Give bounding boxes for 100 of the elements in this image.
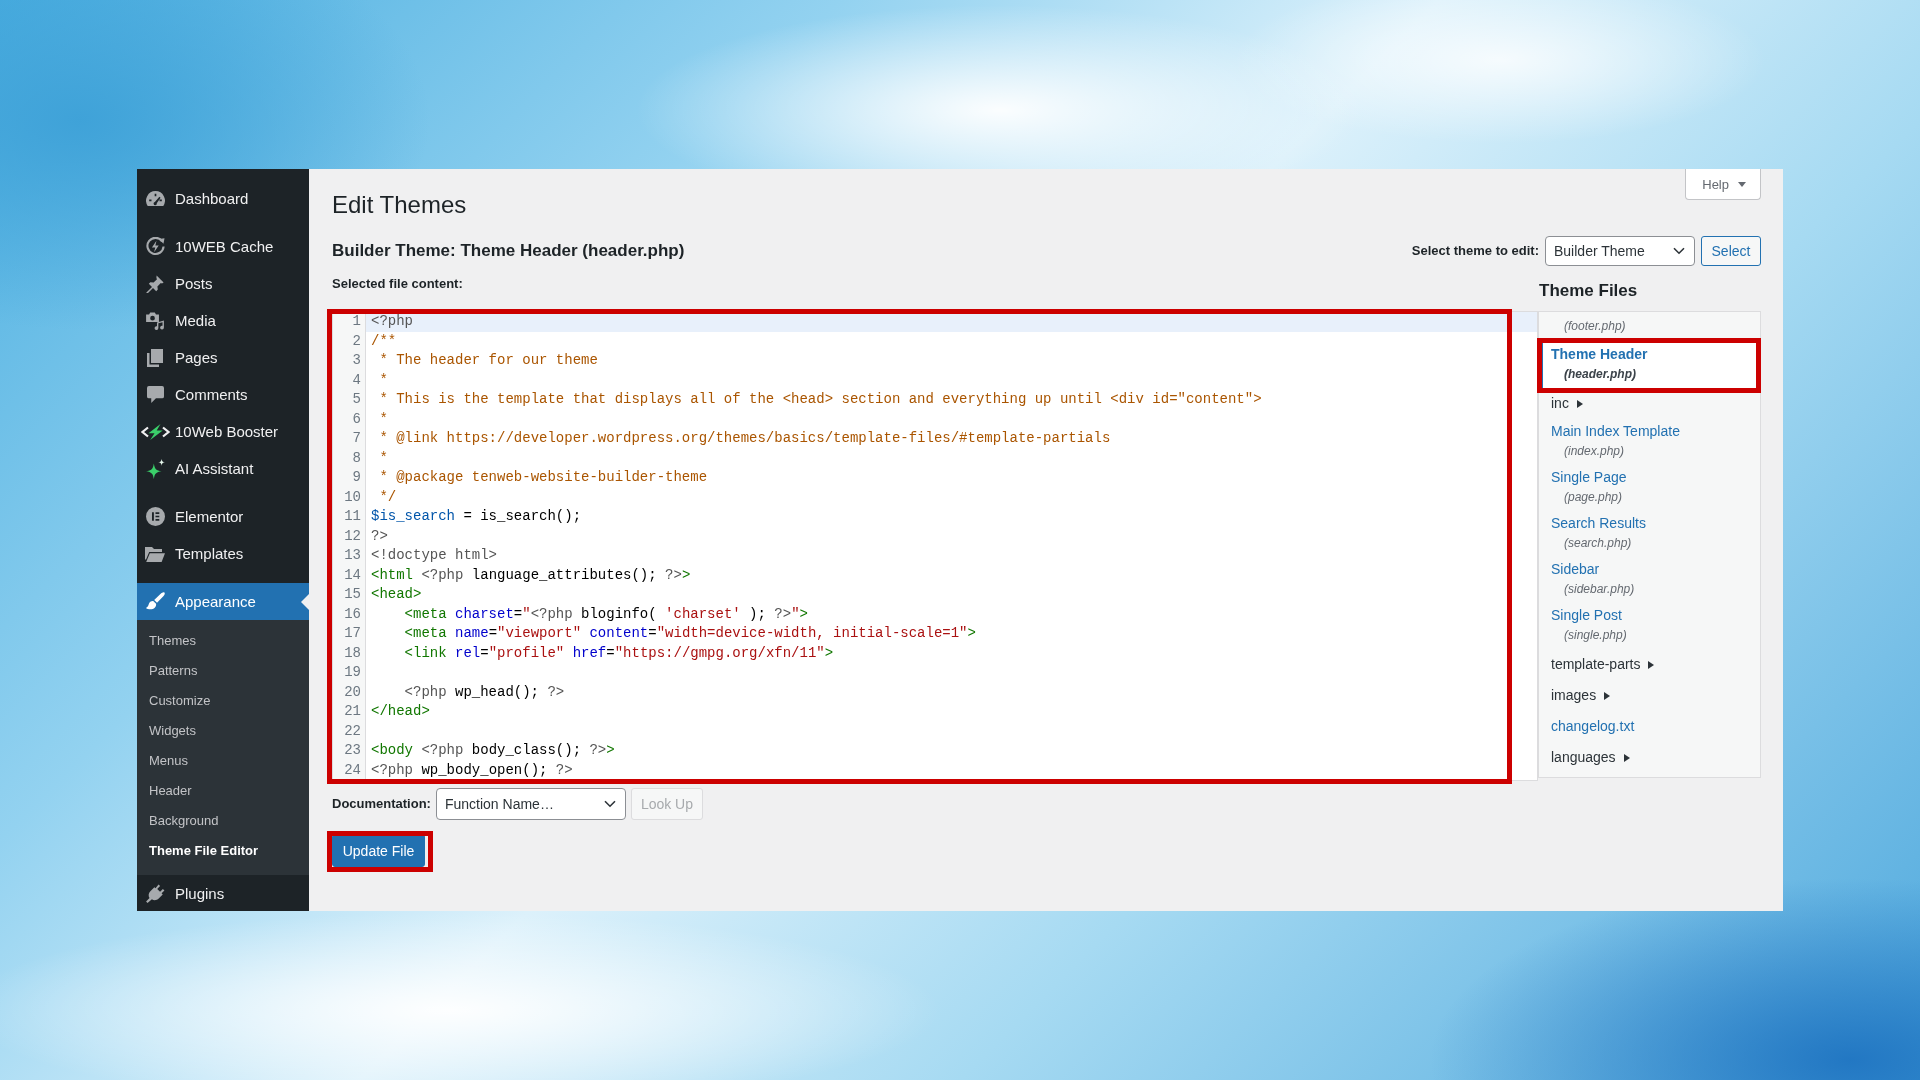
stacked-pages-icon: [147, 348, 163, 367]
update-file-button[interactable]: Update File: [332, 834, 425, 867]
submenu-item[interactable]: Header: [137, 776, 309, 806]
line-number: 1: [351, 312, 362, 331]
code-line: <?php wp_head(); ?>: [404, 683, 565, 700]
line-number: 14: [343, 565, 362, 585]
sidebar-menu-item[interactable]: Pages: [137, 339, 309, 376]
code-line: <?php wp_body_open(); ?>: [371, 761, 573, 778]
file-link[interactable]: Theme Header: [1551, 345, 1648, 364]
line-number: 17: [343, 624, 362, 643]
folder-link[interactable]: images: [1551, 686, 1611, 705]
theme-dropdown[interactable]: Builder Theme: [1545, 236, 1695, 266]
help-button[interactable]: Help: [1685, 169, 1761, 200]
documentation-label: Documentation:: [332, 795, 431, 813]
sidebar-menu-item[interactable]: 10Web Booster: [137, 413, 309, 450]
line-number: 3: [351, 351, 362, 370]
line-number: 13: [343, 546, 362, 565]
line-number: 23: [343, 741, 362, 760]
paintbrush-icon: [145, 592, 165, 611]
sidebar-menu-item[interactable]: Dashboard: [137, 180, 309, 217]
file-title: Builder Theme: Theme Header (header.php): [332, 240, 685, 262]
sidebar-menu-item[interactable]: Plugins: [137, 875, 309, 911]
file-content-label: Selected file content:: [332, 275, 463, 293]
submenu-item[interactable]: Menus: [137, 746, 309, 776]
folder-icon: [145, 545, 165, 562]
file-link[interactable]: changelog.txt: [1551, 717, 1635, 736]
theme-files-heading: Theme Files: [1539, 280, 1639, 302]
file-name: (index.php): [1564, 443, 1625, 460]
code-line: <!doctype html>: [371, 547, 498, 563]
gauge-icon: [145, 191, 165, 206]
code-line: <head>: [371, 586, 422, 602]
plug-icon: [145, 884, 165, 903]
camera-music-note-icon: [146, 311, 164, 330]
code-line: */: [378, 488, 397, 505]
sidebar-menu-item[interactable]: Media: [137, 302, 309, 339]
line-number: 4: [351, 370, 362, 390]
line-number: 5: [351, 390, 362, 409]
file-link[interactable]: Main Index Template: [1551, 422, 1680, 441]
file-name: (single.php): [1564, 627, 1627, 644]
code-line: <meta name="viewport" content="width=device-width, initial-scale=1">: [404, 625, 976, 641]
circle-bars-icon: [145, 507, 165, 526]
lightning-bolt-icon: [140, 423, 170, 440]
sidebar-menu-item[interactable]: 10WEB Cache: [137, 228, 309, 265]
code-line: *: [378, 449, 388, 466]
code-line: * @package tenweb-website-builder-theme: [378, 469, 708, 485]
code-line: *: [378, 371, 388, 388]
sidebar-menu-item[interactable]: Comments: [137, 376, 309, 413]
chevron-down-icon: [1673, 247, 1685, 255]
code-line: * The header for our theme: [378, 352, 598, 368]
submenu-item[interactable]: Patterns: [137, 656, 309, 686]
file-link[interactable]: Single Page: [1551, 468, 1627, 487]
line-number: 10: [343, 487, 362, 507]
line-number: 12: [343, 526, 362, 546]
line-number: 11: [343, 507, 362, 526]
line-number: 9: [351, 468, 362, 487]
code-line: /**: [371, 332, 397, 349]
folder-link[interactable]: template-parts: [1551, 655, 1655, 674]
file-name: (search.php): [1564, 535, 1632, 552]
code-line: ?>: [371, 527, 388, 544]
submenu-item[interactable]: Background: [137, 806, 309, 836]
line-number: 2: [351, 331, 362, 351]
sidebar-menu-item[interactable]: Posts: [137, 265, 309, 302]
line-number: 7: [351, 429, 362, 448]
sidebar-menu-item[interactable]: AI Assistant: [137, 450, 309, 487]
caret-icon: [1738, 181, 1746, 187]
file-link[interactable]: Search Results: [1551, 514, 1646, 533]
submenu-item[interactable]: Customize: [137, 686, 309, 716]
code-line: <link rel="profile" href="https://gmpg.org/xfn/11">: [404, 644, 834, 661]
sidebar-menu-item[interactable]: Appearance: [137, 583, 309, 620]
line-number: 15: [343, 585, 362, 604]
code-line: $is_search = is_search();: [371, 508, 582, 524]
page-title: Edit Themes: [332, 190, 467, 220]
circular-arrow-bolt-icon: [145, 237, 165, 256]
submenu-item[interactable]: Widgets: [137, 716, 309, 746]
code-line: <?php: [371, 313, 413, 329]
sparkle-icon: [145, 458, 165, 479]
theme-select-label: Select theme to edit:: [1411, 242, 1539, 260]
line-number: 8: [351, 448, 362, 468]
line-number: 22: [343, 721, 362, 741]
file-link[interactable]: Single Post: [1551, 606, 1622, 625]
line-number: 18: [343, 643, 362, 663]
folder-link[interactable]: languages: [1551, 748, 1630, 767]
sidebar-menu-item[interactable]: Templates: [137, 535, 309, 572]
line-number: 19: [343, 663, 362, 682]
line-number: 21: [343, 702, 362, 721]
submenu-item[interactable]: Theme File Editor: [137, 836, 309, 866]
chevron-down-icon: [603, 800, 616, 808]
code-line: * @link https://developer.wordpress.org/themes/basics/template-files/#template-partials: [378, 430, 1111, 446]
line-number: 20: [343, 682, 362, 702]
function-name-dropdown[interactable]: Function Name…: [435, 788, 626, 820]
line-number: 24: [343, 760, 362, 780]
sidebar-menu-item[interactable]: Elementor: [137, 498, 309, 535]
code-line: </head>: [371, 703, 430, 719]
select-button[interactable]: Select: [1701, 236, 1761, 266]
submenu-item[interactable]: Themes: [137, 626, 309, 656]
file-name: (footer.php): [1564, 318, 1626, 335]
folder-link[interactable]: inc: [1551, 394, 1583, 413]
code-line: *: [378, 410, 388, 427]
code-line: * This is the template that displays all of the <head> section and everything up until <div id="content">: [378, 391, 1262, 407]
file-link[interactable]: Sidebar: [1551, 560, 1600, 579]
